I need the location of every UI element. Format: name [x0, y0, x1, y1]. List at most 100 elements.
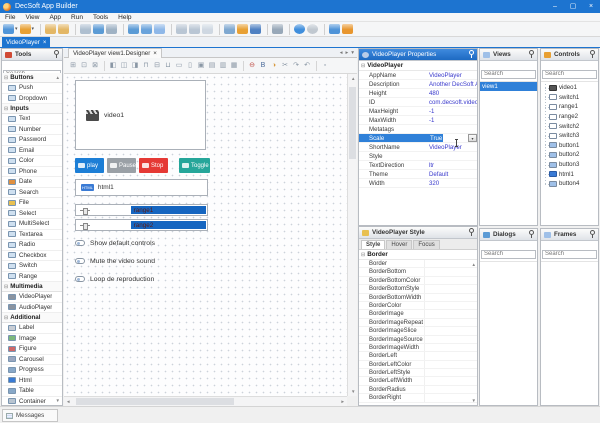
- pin-icon[interactable]: [528, 230, 534, 239]
- control-item-range2[interactable]: range2: [541, 112, 598, 122]
- tool-group-buttons[interactable]: ⊟Buttons: [2, 73, 62, 83]
- property-value-editor[interactable]: True: [429, 134, 443, 142]
- tool-phone[interactable]: Phone: [2, 167, 62, 178]
- property-row-height[interactable]: Height480: [359, 89, 477, 98]
- views-search-input[interactable]: [481, 70, 536, 79]
- menu-item-help[interactable]: Help: [113, 13, 136, 22]
- add-frame-icon[interactable]: [154, 24, 165, 34]
- tab-scroll-left-icon[interactable]: ◂: [340, 50, 343, 56]
- canvas-switch-loop-de-reproduction[interactable]: Loop de reproduction: [75, 273, 154, 285]
- same-width-icon[interactable]: ▭: [174, 60, 184, 71]
- same-size-icon[interactable]: ▣: [196, 60, 206, 71]
- property-row-metatags[interactable]: Metatags: [359, 125, 477, 134]
- dropdown-caret-icon[interactable]: ▾: [32, 26, 35, 32]
- style-tab-focus[interactable]: Focus: [413, 240, 439, 249]
- canvas-switch-show-default-controls[interactable]: Show default controls: [75, 237, 155, 249]
- views-panel-header[interactable]: Views: [480, 49, 537, 61]
- new-app-icon[interactable]: [3, 24, 14, 34]
- redo-icon[interactable]: ↷: [291, 60, 301, 71]
- remove-dialog-icon[interactable]: [189, 24, 200, 34]
- controls-search-input[interactable]: [542, 70, 597, 79]
- style-row-borderimage[interactable]: BorderImage: [359, 310, 477, 318]
- tool-textarea[interactable]: Textarea: [2, 230, 62, 241]
- canvas-videoplayer-control[interactable]: video1: [75, 80, 206, 150]
- copy-files-icon[interactable]: [106, 24, 117, 34]
- new-file-icon[interactable]: [80, 24, 91, 34]
- tool-videoplayer[interactable]: VideoPlayer: [2, 292, 62, 303]
- tool-text[interactable]: Text: [2, 114, 62, 125]
- collapse-icon[interactable]: ⊟: [361, 252, 365, 258]
- control-item-html1[interactable]: html1: [541, 169, 598, 179]
- tool-table[interactable]: Table: [2, 386, 62, 397]
- control-item-button3[interactable]: button3: [541, 160, 598, 170]
- remove-frame-icon[interactable]: [202, 24, 213, 34]
- tab-videoplayer-app[interactable]: VideoPlayer ×: [2, 37, 50, 48]
- properties-panel-header[interactable]: VideoPlayer Properties: [359, 49, 477, 61]
- property-row-width[interactable]: Width320: [359, 179, 477, 188]
- same-height-icon[interactable]: ▯: [185, 60, 195, 71]
- align-middle-icon[interactable]: ⊟: [152, 60, 162, 71]
- tool-carousel[interactable]: Carousel: [2, 355, 62, 366]
- scroll-down-icon[interactable]: ▼: [472, 398, 476, 403]
- tool-html[interactable]: Html: [2, 376, 62, 387]
- tool-switch[interactable]: Switch: [2, 261, 62, 272]
- tool-date[interactable]: Date: [2, 177, 62, 188]
- tool-checkbox[interactable]: Checkbox: [2, 251, 62, 262]
- tool-group-additional[interactable]: ⊟Additional: [2, 313, 62, 323]
- tool-group-multimedia[interactable]: ⊟Multimedia: [2, 282, 62, 292]
- options-icon[interactable]: [329, 24, 340, 34]
- style-row-borderbottomcolor[interactable]: BorderBottomColor: [359, 277, 477, 285]
- menu-item-app[interactable]: App: [44, 13, 66, 22]
- style-row-borderimagesource[interactable]: BorderImageSource: [359, 336, 477, 344]
- view-item-view1[interactable]: view1: [480, 82, 537, 91]
- help-icon[interactable]: ▫: [320, 60, 330, 71]
- properties-group-row[interactable]: ⊟ VideoPlayer: [359, 61, 477, 71]
- dialogs-search-input[interactable]: [481, 250, 536, 259]
- align-center-icon[interactable]: ◫: [119, 60, 129, 71]
- lock-controls-icon[interactable]: ⊡: [79, 60, 89, 71]
- style-row-borderradius[interactable]: BorderRadius: [359, 386, 477, 394]
- minimize-button[interactable]: –: [546, 0, 564, 13]
- tool-file[interactable]: File: [2, 198, 62, 209]
- property-row-appname[interactable]: AppNameVideoPlayer: [359, 71, 477, 80]
- property-row-shortname[interactable]: ShortNameVideoPlayer: [359, 143, 477, 152]
- open-project-icon[interactable]: [58, 24, 69, 34]
- tool-select[interactable]: Select: [2, 209, 62, 220]
- style-row-borderbottomwidth[interactable]: BorderBottomWidth: [359, 294, 477, 302]
- scroll-up-icon[interactable]: ▲: [56, 75, 60, 80]
- control-item-switch3[interactable]: switch3: [541, 131, 598, 141]
- property-row-description[interactable]: DescriptionAnother DecSoft App f: [359, 80, 477, 89]
- tool-radio[interactable]: Radio: [2, 240, 62, 251]
- collapse-icon[interactable]: ⊟: [361, 63, 365, 69]
- pin-icon[interactable]: [528, 50, 534, 59]
- cut-icon[interactable]: ✂: [280, 60, 290, 71]
- style-row-borderimagerepeat[interactable]: BorderImageRepeat: [359, 319, 477, 327]
- control-item-button1[interactable]: button1: [541, 141, 598, 151]
- controls-panel-header[interactable]: Controls: [541, 49, 598, 61]
- style-row-borderimageslice[interactable]: BorderImageSlice: [359, 327, 477, 335]
- dialogs-panel-header[interactable]: Dialogs: [480, 229, 537, 241]
- style-row-border[interactable]: Border: [359, 260, 477, 268]
- frames-search-input[interactable]: [542, 250, 597, 259]
- scroll-right-icon[interactable]: ►: [341, 399, 345, 404]
- tool-label[interactable]: Label: [2, 323, 62, 334]
- style-panel-header[interactable]: VideoPlayer Style: [359, 227, 477, 239]
- tool-color[interactable]: Color: [2, 156, 62, 167]
- unlock-controls-icon[interactable]: ⊠: [90, 60, 100, 71]
- canvas-html-control[interactable]: HTML html1: [75, 179, 208, 196]
- property-row-textdirection[interactable]: TextDirectionltr: [359, 161, 477, 170]
- style-tab-style[interactable]: Style: [361, 240, 385, 249]
- notes-icon[interactable]: [224, 24, 235, 34]
- control-item-range1[interactable]: range1: [541, 102, 598, 112]
- space-horizontal-icon[interactable]: ▤: [207, 60, 217, 71]
- align-bottom-icon[interactable]: ⊔: [163, 60, 173, 71]
- style-row-borderleft[interactable]: BorderLeft: [359, 352, 477, 360]
- tool-number[interactable]: Number: [2, 125, 62, 136]
- publish-app-icon[interactable]: [20, 24, 31, 34]
- style-group-row[interactable]: ⊟ Border: [359, 250, 477, 260]
- canvas-button-toggle[interactable]: Toggle: [179, 158, 210, 173]
- space-vertical-icon[interactable]: ▥: [218, 60, 228, 71]
- stop-app-icon[interactable]: [307, 24, 318, 34]
- add-view-icon[interactable]: [128, 24, 139, 34]
- align-top-icon[interactable]: ⊓: [141, 60, 151, 71]
